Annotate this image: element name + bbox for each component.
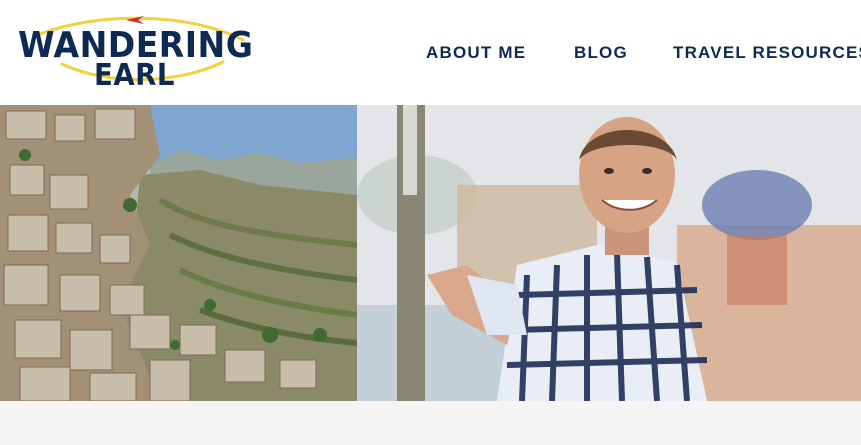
mountain-village-illustration	[0, 105, 357, 401]
page-background-band	[0, 401, 861, 445]
site-header: WANDERING EARL ABOUT ME BLOG TRAVEL RESO…	[0, 0, 861, 105]
hero-image-mountain-village	[0, 105, 357, 401]
nav-item-travel-resources[interactable]: TRAVEL RESOURCES	[673, 42, 861, 64]
nav-item-about-me[interactable]: ABOUT ME	[426, 42, 526, 64]
main-navigation: ABOUT ME BLOG TRAVEL RESOURCES	[0, 42, 861, 66]
nav-item-blog[interactable]: BLOG	[574, 42, 628, 64]
hero-image-earl-portrait	[357, 105, 861, 401]
portrait-illustration	[357, 105, 861, 401]
